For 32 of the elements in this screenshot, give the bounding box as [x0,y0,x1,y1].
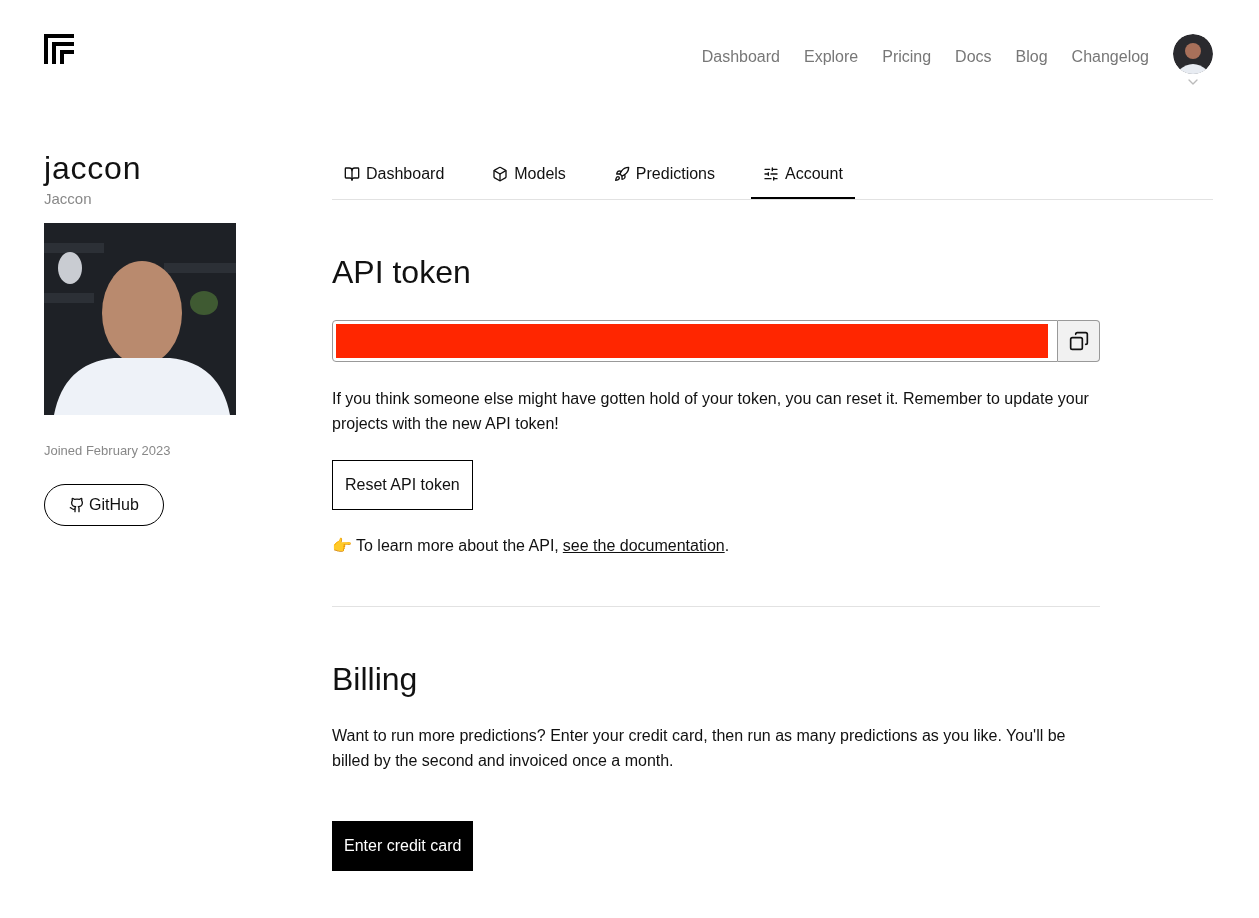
sliders-icon [763,165,779,182]
pointing-hand-emoji: 👉 [332,536,352,556]
nav-link[interactable]: Pricing [882,45,932,69]
nav-link[interactable]: Docs [955,45,992,69]
section-heading: API token [332,253,472,292]
nav-link[interactable]: Dashboard [701,45,780,69]
documentation-link[interactable]: see the documentation [562,534,725,558]
section-heading: Billing [332,660,419,699]
token-field[interactable] [332,320,1058,362]
book-icon [344,165,360,182]
rocket-icon [613,165,630,182]
cube-icon [492,165,509,182]
billing-description: Want to run more predictions? Enter your credit card, then run as many predictions as you like. You'll be billed by the second and invoiced once a month. [332,726,1067,771]
joined-date: Joined February 2023 [44,441,172,460]
reset-token-button[interactable]: Reset API token [332,460,473,510]
nav-link[interactable]: Changelog [1071,45,1149,69]
tab[interactable]: Dashboard [332,150,457,199]
tab[interactable]: Account [751,150,855,199]
tab[interactable]: Predictions [601,150,727,199]
copy-icon [1068,331,1089,351]
logo-icon[interactable] [44,34,74,64]
hint-period: . [724,536,730,556]
tab[interactable]: Models [480,150,578,199]
github-icon [69,497,85,513]
nav-link[interactable]: Explore [803,45,859,69]
copy-button[interactable] [1058,320,1100,362]
nav-link[interactable]: Blog [1015,45,1048,69]
credit-card-button[interactable]: Enter credit card [332,821,474,871]
token-description: If you think someone else might have gotten hold of your token, you can reset it. Remember to update your projects with the new API token! [332,389,1090,434]
hint-text: To learn more about the API, [356,536,559,556]
display-name: Jaccon [44,189,93,209]
username: jaccon [44,150,143,186]
